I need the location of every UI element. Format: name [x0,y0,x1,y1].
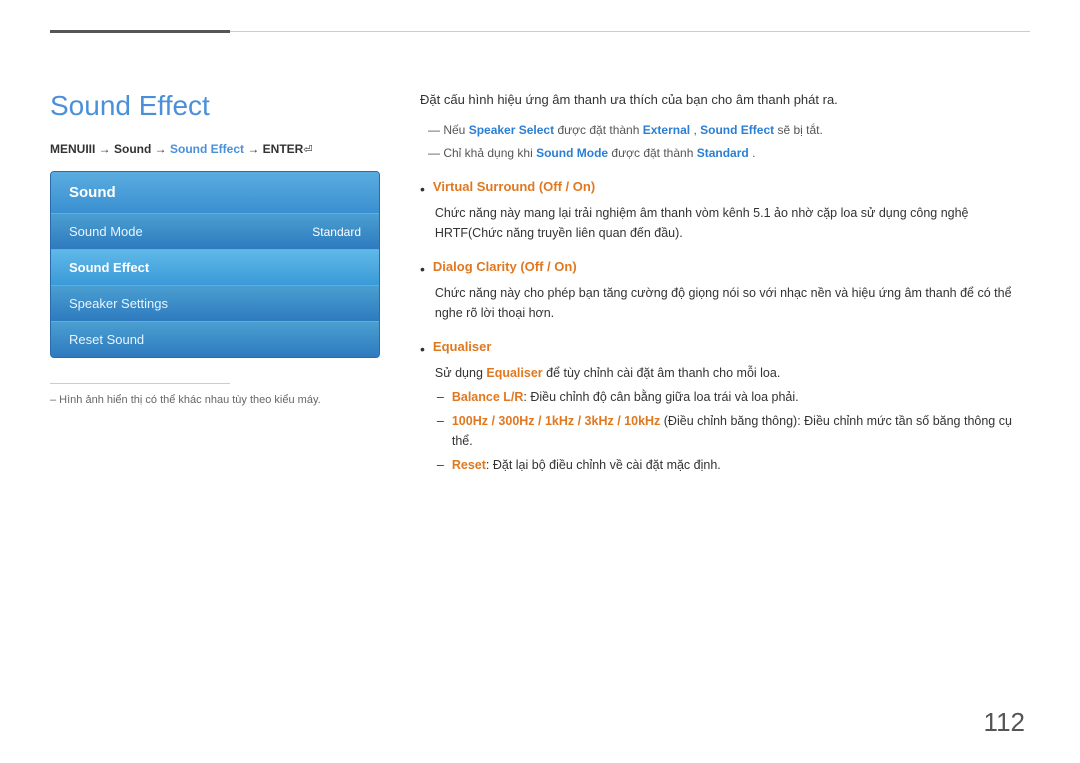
note2-end: . [752,146,755,160]
sound-menu-title: Sound [51,172,379,213]
right-column: Đặt cấu hình hiệu ứng âm thanh ưa thích … [420,90,1030,491]
intro-text: Đặt cấu hình hiệu ứng âm thanh ưa thích … [420,90,1030,111]
bullet-dialog-clarity: • Dialog Clarity (Off / On) Chức năng nà… [420,257,1030,323]
bullet-virtual-surround: • Virtual Surround (Off / On) Chức năng … [420,177,1030,243]
note-line-1: — Nếu Speaker Select được đặt thành Exte… [420,121,1030,140]
note2-highlight2: Standard [697,146,749,160]
eq-title-text: Equaliser [433,339,492,354]
sub-dash-3: – [437,455,444,475]
top-decoration [50,30,1030,33]
menu-item-sound-mode[interactable]: Sound Mode Standard [51,213,379,249]
menu-item-sound-effect-label: Sound Effect [69,260,149,275]
section-virtual-surround: • Virtual Surround (Off / On) Chức năng … [420,177,1030,243]
bullet-dot-3: • [420,338,425,360]
sound-menu-box: Sound Sound Mode Standard Sound Effect S… [50,171,380,358]
section-vs-body: Chức năng này mang lại trải nghiệm âm th… [435,203,1030,243]
page-number: 112 [984,707,1025,738]
menu-path-prefix: MENUIII → Sound → [50,142,170,156]
footnote: – Hình ảnh hiển thị có thể khác nhau tùy… [50,394,380,406]
section-dialog-clarity: • Dialog Clarity (Off / On) Chức năng nà… [420,257,1030,323]
menu-item-reset-sound-label: Reset Sound [69,332,144,347]
note1-highlight: Sound Effect [700,123,774,137]
eq-balance-text: Balance L/R: Điều chỉnh độ cân bằng giữa… [452,387,799,407]
top-line-dark [50,30,230,33]
menu-item-speaker-settings-label: Speaker Settings [69,296,168,311]
eq-sub-freq: – 100Hz / 300Hz / 1kHz / 3kHz / 10kHz (Đ… [437,411,1030,451]
note1-before: Nếu [443,123,468,137]
note2-dash: — [428,146,443,160]
note2-before: Chỉ khả dụng khi [443,146,536,160]
dc-title-text: Dialog Clarity [433,259,520,274]
section-eq-content: Equaliser Sử dụng Equaliser để tùy chỉnh… [433,337,1030,479]
section-dc-body: Chức năng này cho phép bạn tăng cường độ… [435,283,1030,323]
eq-reset-label: Reset [452,458,486,472]
divider [50,383,230,384]
section-vs-content: Virtual Surround (Off / On) Chức năng nà… [433,177,1030,243]
note-line-2: — Chỉ khả dụng khi Sound Mode được đặt t… [420,144,1030,163]
section-eq-body: Sử dụng Equaliser để tùy chỉnh cài đặt â… [435,363,1030,383]
menu-path-highlight: Sound Effect [170,142,244,156]
top-line-light [230,31,1030,32]
menu-item-sound-effect[interactable]: Sound Effect [51,249,379,285]
dc-off-on: (Off / On) [520,259,576,274]
bullet-equaliser: • Equaliser Sử dụng Equaliser để tùy chỉ… [420,337,1030,479]
page-title: Sound Effect [50,90,380,122]
note1-end: sẽ bị tắt. [777,123,822,137]
note1-bold2: External [643,123,690,137]
section-eq-title: Equaliser [433,337,1030,358]
eq-sub-balance: – Balance L/R: Điều chỉnh độ cân bằng gi… [437,387,1030,407]
sub-dash-1: – [437,387,444,407]
section-vs-title: Virtual Surround (Off / On) [433,177,1030,198]
left-column: Sound Effect MENUIII → Sound → Sound Eff… [50,90,380,491]
vs-off-on: (Off / On) [539,179,595,194]
section-dc-title: Dialog Clarity (Off / On) [433,257,1030,278]
menu-item-reset-sound[interactable]: Reset Sound [51,321,379,357]
menu-item-sound-mode-label: Sound Mode [69,224,143,239]
section-dc-content: Dialog Clarity (Off / On) Chức năng này … [433,257,1030,323]
note1-mid: được đặt thành [557,123,642,137]
menu-item-speaker-settings[interactable]: Speaker Settings [51,285,379,321]
note2-mid: được đặt thành [611,146,696,160]
eq-sub-list: – Balance L/R: Điều chỉnh độ cân bằng gi… [437,387,1030,475]
eq-freq-text: 100Hz / 300Hz / 1kHz / 3kHz / 10kHz (Điề… [452,411,1030,451]
vs-title-text: Virtual Surround [433,179,539,194]
bullet-dot-1: • [420,178,425,200]
menu-item-sound-mode-value: Standard [312,225,361,239]
note1-dash: — [428,123,443,137]
eq-freq-label: 100Hz / 300Hz / 1kHz / 3kHz / 10kHz [452,414,660,428]
enter-icon: ⏎ [303,144,312,156]
eq-reset-text: Reset: Đặt lại bộ điều chỉnh về cài đặt … [452,455,721,475]
note2-highlight1: Sound Mode [536,146,608,160]
eq-sub-reset: – Reset: Đặt lại bộ điều chỉnh về cài đặ… [437,455,1030,475]
bullet-dot-2: • [420,258,425,280]
menu-path-suffix: → ENTER [244,142,303,156]
menu-path: MENUIII → Sound → Sound Effect → ENTER⏎ [50,142,380,156]
eq-highlight: Equaliser [486,366,542,380]
eq-balance-label: Balance L/R [452,390,524,404]
note1-bold1: Speaker Select [469,123,554,137]
section-equaliser: • Equaliser Sử dụng Equaliser để tùy chỉ… [420,337,1030,479]
sub-dash-2: – [437,411,444,431]
